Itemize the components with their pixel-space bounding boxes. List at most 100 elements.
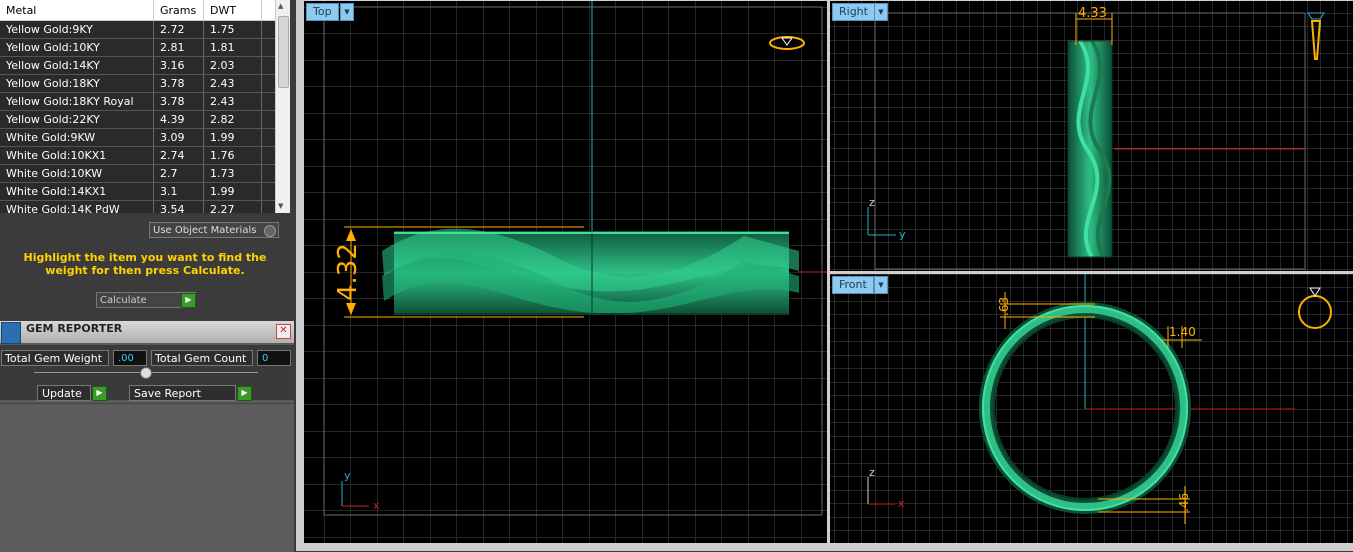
- update-button[interactable]: Update: [37, 385, 91, 401]
- dwt-cell: 2.82: [204, 111, 262, 128]
- calculate-label: Calculate: [100, 295, 147, 306]
- close-icon[interactable]: ✕: [276, 324, 291, 339]
- table-row[interactable]: White Gold:14K PdW 3.54 2.27: [0, 201, 290, 213]
- total-gem-weight-value: .00: [113, 350, 147, 366]
- metal-cell: White Gold:10KX1: [0, 147, 154, 164]
- grams-cell: 2.81: [154, 39, 204, 56]
- dwt-cell: 2.27: [204, 201, 262, 213]
- grams-cell: 2.72: [154, 21, 204, 38]
- table-row[interactable]: Yellow Gold:10KY 2.81 1.81: [0, 39, 290, 57]
- table-row[interactable]: Yellow Gold:18KY 3.78 2.43: [0, 75, 290, 93]
- front-viewport[interactable]: .63 1.40 .46 z x Front ▼: [830, 274, 1353, 543]
- axis-x-label: x: [898, 497, 905, 510]
- metal-cell: Yellow Gold:10KY: [0, 39, 154, 56]
- metal-cell: Yellow Gold:9KY: [0, 21, 154, 38]
- metal-cell: White Gold:14K PdW: [0, 201, 154, 213]
- dwt-cell: 1.76: [204, 147, 262, 164]
- grams-cell: 2.74: [154, 147, 204, 164]
- dwt-cell: 1.99: [204, 129, 262, 146]
- dwt-cell: 1.75: [204, 21, 262, 38]
- column-header-metal[interactable]: Metal: [0, 0, 154, 20]
- table-row[interactable]: Yellow Gold:9KY 2.72 1.75: [0, 21, 290, 39]
- dwt-cell: 2.43: [204, 75, 262, 92]
- grams-cell: 3.1: [154, 183, 204, 200]
- axis-y-label: y: [899, 228, 906, 241]
- metal-cell: Yellow Gold:14KY: [0, 57, 154, 74]
- grams-cell: 3.16: [154, 57, 204, 74]
- dimension-label-c: .46: [1177, 493, 1191, 512]
- metal-cell: White Gold:10KW: [0, 165, 154, 182]
- dwt-cell: 1.81: [204, 39, 262, 56]
- axis-z-label: z: [869, 196, 875, 209]
- ring-right-view[interactable]: [1067, 39, 1113, 259]
- grams-cell: 4.39: [154, 111, 204, 128]
- dimension-label-b: 1.40: [1169, 325, 1196, 339]
- column-header-dwt[interactable]: DWT: [204, 0, 262, 20]
- metal-cell: Yellow Gold:22KY: [0, 111, 154, 128]
- weight-hint-text: Highlight the item you want to find the …: [23, 251, 267, 277]
- viewport-label-top[interactable]: Top: [306, 3, 339, 21]
- total-gem-count-value: 0: [257, 350, 291, 366]
- gem-reporter-panel: GEM REPORTER ✕ Total Gem Weight .00 Tota…: [0, 321, 294, 552]
- save-report-button[interactable]: Save Report: [129, 385, 236, 401]
- viewport-dropdown-icon[interactable]: ▼: [874, 3, 888, 21]
- total-gem-count-label: Total Gem Count: [151, 350, 253, 366]
- scrollbar-thumb[interactable]: [278, 16, 289, 88]
- update-go-icon[interactable]: ▶: [92, 386, 107, 401]
- total-gem-weight-label: Total Gem Weight: [1, 350, 109, 366]
- dwt-cell: 2.43: [204, 93, 262, 110]
- grams-cell: 3.54: [154, 201, 204, 213]
- top-viewport[interactable]: 4.32 y x Top ▼: [304, 1, 827, 543]
- save-report-go-icon[interactable]: ▶: [237, 386, 252, 401]
- dwt-cell: 1.99: [204, 183, 262, 200]
- axis-x-label: x: [373, 499, 380, 512]
- viewport-label-front[interactable]: Front: [832, 276, 874, 294]
- use-object-materials-toggle[interactable]: Use Object Materials: [149, 222, 279, 238]
- grams-cell: 3.78: [154, 75, 204, 92]
- table-scrollbar[interactable]: ▲ ▼: [275, 0, 290, 213]
- right-viewport-canvas[interactable]: 4.33 z y: [830, 1, 1353, 271]
- table-row[interactable]: Yellow Gold:22KY 4.39 2.82: [0, 111, 290, 129]
- table-header: Metal Grams DWT: [0, 0, 290, 21]
- calculate-go-icon[interactable]: ▶: [181, 293, 196, 308]
- front-viewport-canvas[interactable]: .63 1.40 .46 z x: [830, 274, 1353, 543]
- axis-y-label: y: [344, 469, 351, 482]
- table-rows: Yellow Gold:9KY 2.72 1.75 Yellow Gold:10KY 2…: [0, 21, 290, 213]
- gem-reporter-controls: Total Gem Weight .00 Total Gem Count 0 U…: [0, 345, 294, 401]
- dimension-label-top: 4.32: [333, 243, 363, 301]
- grams-cell: 2.7: [154, 165, 204, 182]
- metal-weight-table: Metal Grams DWT Yellow Gold:9KY 2.72 1.75 Y…: [0, 0, 290, 213]
- table-row[interactable]: Yellow Gold:18KY Royal 3.78 2.43: [0, 93, 290, 111]
- grams-cell: 3.78: [154, 93, 204, 110]
- scroll-up-icon[interactable]: ▲: [278, 2, 283, 10]
- dwt-cell: 2.03: [204, 57, 262, 74]
- table-row[interactable]: Yellow Gold:14KY 3.16 2.03: [0, 57, 290, 75]
- viewport-label-right[interactable]: Right: [832, 3, 875, 21]
- table-row[interactable]: White Gold:10KX1 2.74 1.76: [0, 147, 290, 165]
- column-header-grams[interactable]: Grams: [154, 0, 204, 20]
- dimension-label-right: 4.33: [1078, 6, 1107, 21]
- left-panel: Metal Grams DWT Yellow Gold:9KY 2.72 1.75 Y…: [0, 0, 296, 552]
- metal-cell: White Gold:14KX1: [0, 183, 154, 200]
- toggle-indicator-icon[interactable]: [264, 225, 276, 237]
- table-row[interactable]: White Gold:10KW 2.7 1.73: [0, 165, 290, 183]
- use-object-materials-label: Use Object Materials: [153, 225, 257, 236]
- top-viewport-canvas[interactable]: 4.32 y x: [304, 1, 827, 543]
- dimension-label-a: .63: [997, 297, 1011, 316]
- table-row[interactable]: White Gold:14KX1 3.1 1.99: [0, 183, 290, 201]
- metal-cell: Yellow Gold:18KY Royal: [0, 93, 154, 110]
- gem-slider-knob[interactable]: [140, 367, 152, 379]
- viewport-dropdown-icon[interactable]: ▼: [874, 276, 888, 294]
- table-row[interactable]: White Gold:9KW 3.09 1.99: [0, 129, 290, 147]
- ring-top-view[interactable]: [382, 228, 799, 315]
- axis-z-label: z: [869, 466, 875, 479]
- metal-cell: White Gold:9KW: [0, 129, 154, 146]
- gem-reporter-header: GEM REPORTER ✕: [0, 321, 294, 344]
- gem-reporter-icon: [1, 322, 21, 344]
- gem-report-list: [0, 403, 294, 552]
- gem-reporter-title: GEM REPORTER: [26, 322, 123, 335]
- dwt-cell: 1.73: [204, 165, 262, 182]
- right-viewport[interactable]: 4.33 z y Right ▼: [830, 1, 1353, 271]
- viewport-dropdown-icon[interactable]: ▼: [340, 3, 354, 21]
- scroll-down-icon[interactable]: ▼: [278, 202, 283, 210]
